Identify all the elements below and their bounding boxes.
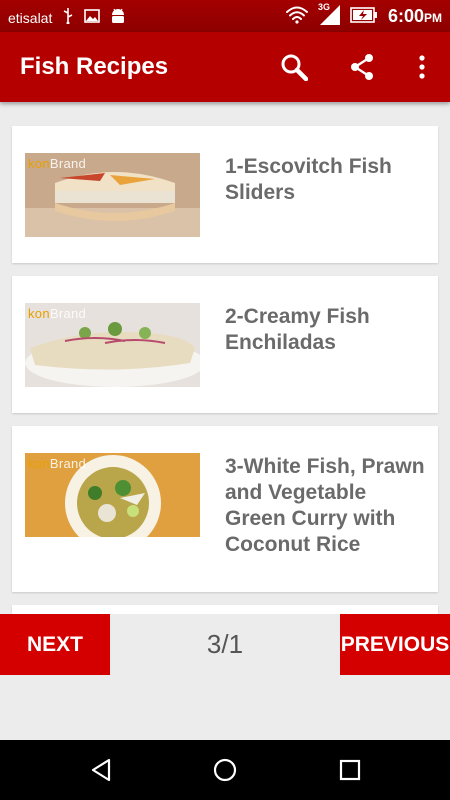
recipe-thumbnail: konBrand <box>25 303 200 387</box>
clock-time: 6:00 <box>387 6 424 26</box>
recipe-thumbnail: konBrand <box>25 153 200 237</box>
thumbnail-watermark: konBrand <box>28 306 87 321</box>
overflow-menu-icon[interactable] <box>406 51 438 83</box>
clock-suffix: PM <box>424 11 442 25</box>
signal-icon: 3G <box>317 2 340 28</box>
system-navigation-bar <box>0 740 450 800</box>
app-bar: Fish Recipes <box>0 32 450 102</box>
home-icon[interactable] <box>213 758 237 787</box>
recipe-card[interactable]: konBrand 1-Escovitch Fish Sliders <box>12 126 438 263</box>
recipe-card[interactable]: konBrand 2-Creamy Fish Enchiladas <box>12 276 438 413</box>
recipe-list[interactable]: konBrand 1-Escovitch Fish Sliders konBra… <box>0 102 450 614</box>
thumbnail-watermark: konBrand <box>28 156 87 171</box>
status-bar: etisalat 3G 6:00PM <box>0 0 450 32</box>
recipe-title: 2-Creamy Fish Enchiladas <box>225 305 370 354</box>
previous-button[interactable]: PREVIOUS <box>340 614 450 675</box>
next-button[interactable]: NEXT <box>0 614 110 675</box>
recipe-card-partial[interactable] <box>12 605 438 614</box>
share-icon[interactable] <box>346 51 378 83</box>
pagination-bar: NEXT 3/1 PREVIOUS <box>0 614 450 740</box>
app-title: Fish Recipes <box>20 53 169 80</box>
thumbnail-watermark: konBrand <box>28 456 87 471</box>
network-type: 3G <box>317 2 330 12</box>
recipe-title: 1-Escovitch Fish Sliders <box>225 155 392 204</box>
recipe-card[interactable]: konBrand 3-White Fish, Prawn and Vegetab… <box>12 426 438 592</box>
back-icon[interactable] <box>89 758 113 787</box>
recents-icon[interactable] <box>338 758 362 787</box>
carrier-name: etisalat <box>8 9 53 26</box>
search-icon[interactable] <box>278 51 310 83</box>
recipe-thumbnail: konBrand <box>25 453 200 537</box>
wifi-icon <box>285 6 308 27</box>
image-icon <box>84 9 101 26</box>
android-icon <box>110 7 126 28</box>
recipe-title: 3-White Fish, Prawn and Vegetable Green … <box>225 455 425 556</box>
page-indicator: 3/1 <box>206 629 244 659</box>
battery-charging-icon <box>350 7 378 26</box>
usb-icon <box>62 8 74 27</box>
clock: 6:00PM <box>388 6 442 27</box>
